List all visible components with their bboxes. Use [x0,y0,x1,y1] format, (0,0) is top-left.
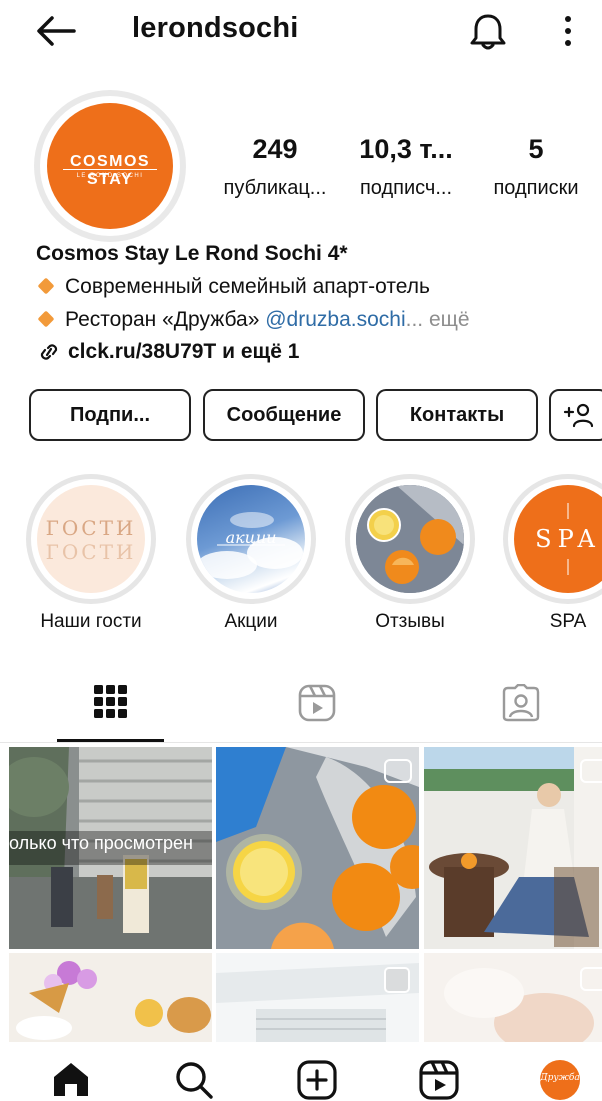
profile-name: Cosmos Stay Le Rond Sochi 4* [36,242,348,265]
reel-badge-icon [384,759,412,783]
post-thumbnail[interactable]: олько что просмотрен [9,747,212,949]
reel-badge-icon [580,967,602,991]
highlight-label: Наши гости [40,611,142,632]
contacts-button[interactable]: Контакты [376,389,538,441]
stat-posts-value: 249 [252,134,298,164]
bio-line-1: Современный семейный апарт-отель [36,275,430,299]
stat-following-value: 5 [528,134,544,164]
balcony-photo [424,747,602,949]
page-title: lerondsochi [132,12,299,44]
bio-line-2: Ресторан «Дружба» @druzba.sochi... ещё [36,308,470,332]
highlight-label: Акции [224,611,278,632]
stat-followers-label: подписч... [359,177,453,199]
linen-photo [424,953,602,1043]
link-icon [40,344,58,361]
post-thumbnail[interactable] [424,953,602,1043]
tagged-icon[interactable] [502,684,540,722]
svg-text:SPA: SPA [535,525,601,553]
orange-diamond-icon [37,310,55,328]
avatar-brand-text: COSMOS STAY [69,153,151,188]
post-thumbnail[interactable] [9,953,212,1043]
stat-posts-label: публикац... [223,177,327,199]
add-user-button[interactable] [549,389,602,441]
profile-avatar-text: Дружба [540,1073,580,1083]
post-thumbnail[interactable] [424,747,602,949]
svg-text:акции: акции [226,528,277,547]
highlight-label: SPA [549,611,587,632]
svg-text:ГОСТИ: ГОСТИ [46,516,137,540]
carousel-badge-icon [384,967,410,993]
post-thumbnail[interactable] [216,747,419,949]
recently-viewed-overlay: олько что просмотрен [9,833,193,853]
create-icon[interactable] [297,1060,337,1100]
tabs-divider [0,742,602,743]
arrow-left-icon[interactable] [34,14,78,48]
bio-link[interactable]: clck.ru/38U79T и ещё 1 [36,340,299,364]
more-vertical-icon[interactable] [556,14,580,48]
orange-diamond-icon [37,277,55,295]
reels-icon[interactable] [419,1060,459,1100]
spa-cover: SPA [535,503,601,575]
mention-link[interactable]: @druzba.sochi [265,308,405,331]
search-icon[interactable] [174,1060,214,1100]
reels-icon[interactable] [298,684,336,722]
highlight-label: Отзывы [375,611,445,632]
follow-button[interactable]: Подпи... [29,389,191,441]
avatar[interactable]: COSMOS STAY LE ROND SOCHI [34,90,186,242]
guests-cover: ГОСТИ ГОСТИ [46,516,137,564]
stat-followers-value: 10,3 т... [359,134,453,164]
home-icon[interactable] [51,1060,91,1098]
stat-following-label: подписки [493,177,579,199]
reviews-cover [356,485,464,593]
post-thumbnail[interactable] [216,953,419,1043]
add-user-icon [563,403,594,428]
message-button[interactable]: Сообщение [203,389,365,441]
bio-more-link[interactable]: ... ещё [406,308,470,331]
svg-text:ГОСТИ: ГОСТИ [46,540,137,564]
grid-icon[interactable] [92,684,130,720]
avatar-sub-text: LE ROND SOCHI [76,173,144,179]
reel-badge-icon [580,759,602,783]
top-bar: lerondsochi [0,0,602,64]
profile-avatar[interactable]: Дружба [540,1060,580,1100]
breakfast-photo [9,953,212,1043]
bell-icon[interactable] [466,12,510,52]
promotions-cover: акции [197,512,303,579]
